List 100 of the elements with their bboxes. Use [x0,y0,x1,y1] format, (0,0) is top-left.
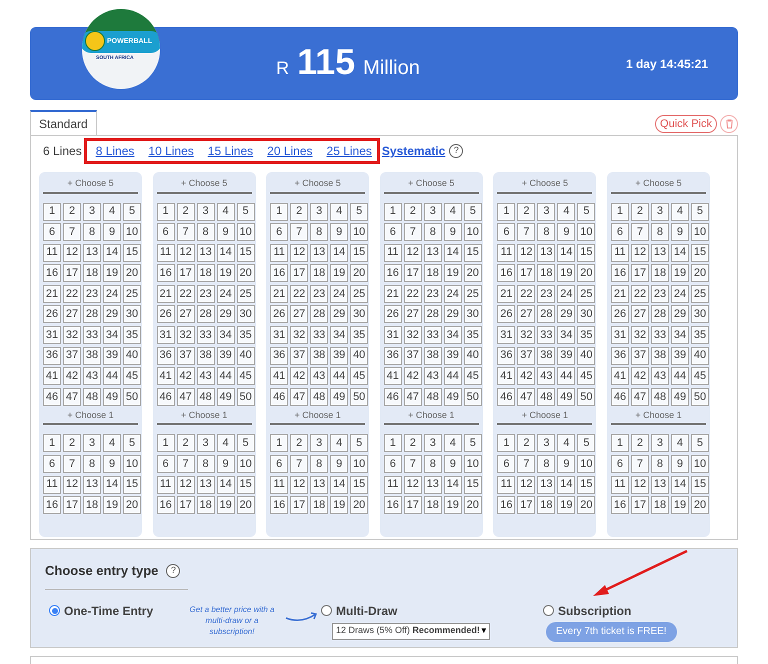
number-cell[interactable]: 47 [630,388,649,406]
number-cell[interactable]: 21 [270,284,288,303]
number-cell[interactable]: 7 [176,223,195,242]
number-cell[interactable]: 3 [424,202,442,220]
number-cell[interactable]: 15 [464,476,482,494]
number-cell[interactable]: 20 [690,496,709,514]
number-cell[interactable]: 13 [537,476,556,494]
number-cell[interactable]: 37 [517,346,536,365]
number-cell[interactable]: 43 [650,367,669,386]
number-cell[interactable]: 48 [196,388,215,406]
number-cell[interactable]: 3 [650,202,669,220]
number-cell[interactable]: 38 [83,346,101,365]
number-cell[interactable]: 40 [123,346,141,365]
number-cell[interactable]: 1 [43,202,61,220]
number-cell[interactable]: 1 [43,434,61,452]
number-cell[interactable]: 7 [63,223,81,242]
number-cell[interactable]: 33 [310,326,328,344]
number-cell[interactable]: 19 [216,264,235,282]
number-cell[interactable]: 49 [330,388,348,406]
number-cell[interactable]: 5 [577,434,596,452]
number-cell[interactable]: 10 [123,223,141,242]
number-cell[interactable]: 12 [630,476,649,494]
number-cell[interactable]: 20 [350,496,368,514]
number-cell[interactable]: 6 [270,454,288,473]
number-cell[interactable]: 19 [444,496,462,514]
number-cell[interactable]: 48 [310,388,328,406]
number-cell[interactable]: 16 [384,264,402,282]
number-cell[interactable]: 33 [537,326,556,344]
number-cell[interactable]: 44 [444,367,462,386]
number-cell[interactable]: 41 [43,367,61,386]
number-cell[interactable]: 26 [43,305,61,324]
number-cell[interactable]: 13 [83,476,101,494]
number-cell[interactable]: 24 [216,284,235,303]
number-cell[interactable]: 12 [517,476,536,494]
number-cell[interactable]: 18 [650,496,669,514]
number-cell[interactable]: 15 [350,476,368,494]
number-cell[interactable]: 45 [123,367,141,386]
number-cell[interactable]: 28 [537,305,556,324]
number-cell[interactable]: 8 [424,223,442,242]
number-cell[interactable]: 13 [650,244,669,262]
number-cell[interactable]: 28 [196,305,215,324]
number-cell[interactable]: 24 [330,284,348,303]
number-cell[interactable]: 16 [156,496,175,514]
number-cell[interactable]: 43 [310,367,328,386]
number-cell[interactable]: 15 [123,476,141,494]
number-cell[interactable]: 14 [670,244,689,262]
number-cell[interactable]: 9 [330,223,348,242]
number-cell[interactable]: 32 [290,326,308,344]
number-cell[interactable]: 28 [424,305,442,324]
number-cell[interactable]: 19 [557,496,576,514]
number-cell[interactable]: 6 [610,454,629,473]
choose-header[interactable]: + Choose 1 [384,408,479,426]
number-cell[interactable]: 11 [610,244,629,262]
number-cell[interactable]: 19 [103,264,121,282]
number-cell[interactable]: 20 [123,496,141,514]
number-cell[interactable]: 9 [557,223,576,242]
number-cell[interactable]: 36 [43,346,61,365]
number-cell[interactable]: 21 [610,284,629,303]
number-cell[interactable]: 27 [630,305,649,324]
help-icon[interactable]: ? [166,564,180,578]
number-cell[interactable]: 12 [290,244,308,262]
number-cell[interactable]: 50 [123,388,141,406]
number-cell[interactable]: 40 [577,346,596,365]
number-cell[interactable]: 30 [123,305,141,324]
number-cell[interactable]: 32 [630,326,649,344]
number-cell[interactable]: 35 [123,326,141,344]
number-cell[interactable]: 1 [384,434,402,452]
number-cell[interactable]: 17 [404,496,422,514]
number-cell[interactable]: 14 [444,476,462,494]
number-cell[interactable]: 41 [156,367,175,386]
number-cell[interactable]: 3 [650,434,669,452]
number-cell[interactable]: 38 [424,346,442,365]
number-cell[interactable]: 10 [350,223,368,242]
number-cell[interactable]: 6 [384,223,402,242]
number-cell[interactable]: 7 [517,223,536,242]
number-cell[interactable]: 6 [43,223,61,242]
number-cell[interactable]: 47 [517,388,536,406]
number-cell[interactable]: 24 [444,284,462,303]
number-cell[interactable]: 42 [517,367,536,386]
number-cell[interactable]: 36 [156,346,175,365]
number-cell[interactable]: 44 [670,367,689,386]
number-cell[interactable]: 16 [497,496,516,514]
number-cell[interactable]: 15 [690,244,709,262]
number-cell[interactable]: 17 [517,496,536,514]
number-cell[interactable]: 2 [630,434,649,452]
number-cell[interactable]: 35 [577,326,596,344]
choose-header[interactable]: + Choose 1 [156,408,252,426]
number-cell[interactable]: 4 [216,434,235,452]
number-cell[interactable]: 1 [156,434,175,452]
number-cell[interactable]: 41 [270,367,288,386]
number-cell[interactable]: 1 [156,202,175,220]
number-cell[interactable]: 35 [690,326,709,344]
number-cell[interactable]: 8 [537,454,556,473]
number-cell[interactable]: 32 [176,326,195,344]
number-cell[interactable]: 7 [517,454,536,473]
radio-button[interactable] [321,605,332,616]
number-cell[interactable]: 4 [103,434,121,452]
number-cell[interactable]: 26 [156,305,175,324]
number-cell[interactable]: 29 [103,305,121,324]
number-cell[interactable]: 10 [350,454,368,473]
